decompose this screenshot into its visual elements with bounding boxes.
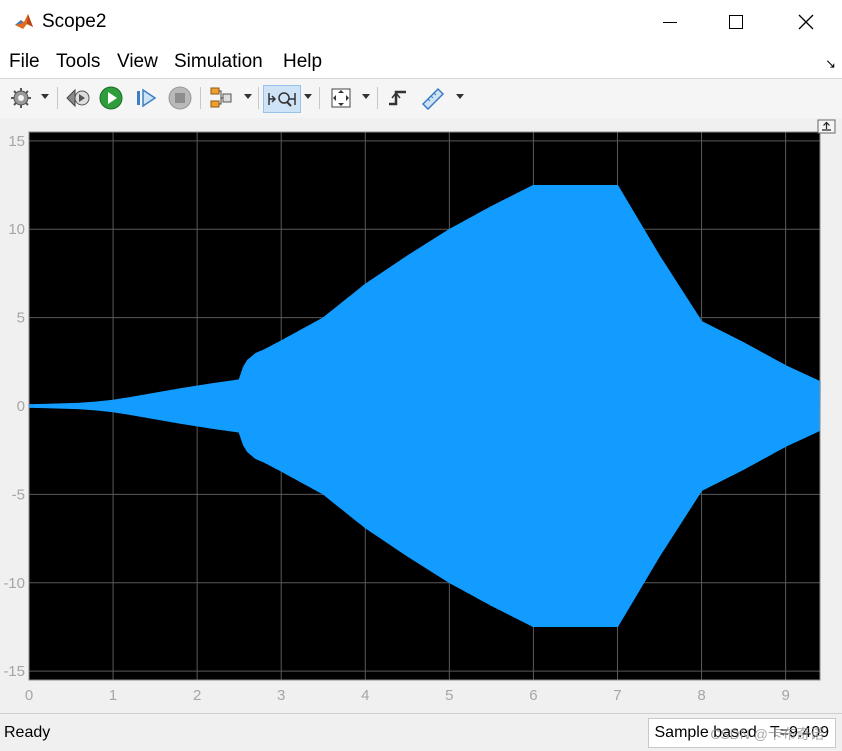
menu-view[interactable]: View — [117, 51, 158, 73]
fit-to-view-icon — [331, 88, 351, 108]
step-back-icon — [66, 88, 90, 108]
menu-bar: File Tools View Simulation Help ↘ — [0, 44, 842, 78]
scope-display: 15 10 5 0 -5 -10 -15 0 1 2 3 4 5 6 7 8 9 — [0, 118, 842, 712]
watermark-text: CSDN @卡布奇诺 — [710, 726, 824, 742]
triggers-icon — [389, 90, 406, 106]
status-bar: Ready Sample based T=9.409 CSDN @卡布奇诺 — [0, 713, 842, 751]
run-button[interactable] — [97, 85, 125, 111]
close-icon — [798, 14, 814, 30]
zoom-autoscale-icon — [268, 92, 296, 107]
signal-selector-button[interactable] — [206, 85, 238, 111]
step-forward-icon — [137, 88, 157, 108]
y-tick-label: 5 — [17, 310, 25, 327]
toolbar-separator — [377, 87, 378, 109]
x-tick-label: 9 — [781, 687, 789, 704]
menu-simulation[interactable]: Simulation — [174, 51, 263, 73]
y-tick-label: -15 — [3, 663, 25, 680]
settings-button[interactable] — [8, 85, 34, 111]
title-bar: Scope2 — [0, 0, 842, 44]
undock-plot-button[interactable] — [817, 119, 836, 134]
step-back-button[interactable] — [64, 85, 92, 111]
triggers-button[interactable] — [384, 85, 412, 111]
x-tick-label: 2 — [193, 687, 201, 704]
toolbar — [0, 78, 842, 119]
x-tick-label: 3 — [277, 687, 285, 704]
step-forward-button[interactable] — [132, 85, 160, 111]
stop-icon — [168, 86, 192, 110]
x-tick-label: 0 — [25, 687, 33, 704]
x-axis: 0 1 2 3 4 5 6 7 8 9 — [25, 687, 790, 704]
x-tick-label: 4 — [361, 687, 369, 704]
y-tick-label: 10 — [8, 221, 25, 238]
window-title: Scope2 — [42, 11, 107, 32]
y-tick-label: -10 — [3, 575, 25, 592]
x-tick-label: 8 — [697, 687, 705, 704]
x-tick-label: 6 — [529, 687, 537, 704]
scope-plot[interactable]: 15 10 5 0 -5 -10 -15 0 1 2 3 4 5 6 7 8 9 — [0, 118, 842, 712]
menu-help[interactable]: Help — [283, 51, 322, 73]
signal-selector-icon — [210, 87, 232, 108]
signal-selector-dropdown-arrow-icon[interactable] — [244, 94, 252, 99]
measurements-dropdown-arrow-icon[interactable] — [456, 94, 464, 99]
status-text: Ready — [4, 724, 51, 741]
measurements-icon — [421, 87, 445, 110]
y-axis: 15 10 5 0 -5 -10 -15 — [3, 133, 25, 680]
settings-gear-icon — [11, 88, 31, 108]
menu-file[interactable]: File — [9, 51, 40, 73]
matlab-logo-icon — [15, 14, 33, 29]
toolbar-separator — [57, 87, 58, 109]
measurements-button[interactable] — [418, 85, 448, 111]
y-tick-label: 0 — [17, 398, 25, 415]
maximize-button[interactable] — [702, 0, 770, 44]
y-tick-label: 15 — [8, 133, 25, 150]
maximize-icon — [729, 15, 743, 29]
settings-dropdown-arrow-icon[interactable] — [41, 94, 49, 99]
fit-to-view-button[interactable] — [326, 85, 356, 111]
minimize-button[interactable] — [636, 0, 704, 44]
undock-arrow-icon[interactable]: ↘ — [825, 56, 836, 72]
toolbar-separator — [319, 87, 320, 109]
y-tick-label: -5 — [12, 486, 25, 503]
close-button[interactable] — [772, 0, 840, 44]
zoom-dropdown-arrow-icon[interactable] — [304, 94, 312, 99]
x-tick-label: 1 — [109, 687, 117, 704]
run-icon — [99, 86, 123, 110]
stop-button[interactable] — [166, 85, 194, 111]
minimize-icon — [663, 21, 677, 23]
menu-tools[interactable]: Tools — [56, 51, 100, 73]
x-tick-label: 7 — [613, 687, 621, 704]
fit-to-view-dropdown-arrow-icon[interactable] — [362, 94, 370, 99]
toolbar-separator — [258, 87, 259, 109]
toolbar-separator — [200, 87, 201, 109]
zoom-button[interactable] — [263, 85, 301, 113]
x-tick-label: 5 — [445, 687, 453, 704]
